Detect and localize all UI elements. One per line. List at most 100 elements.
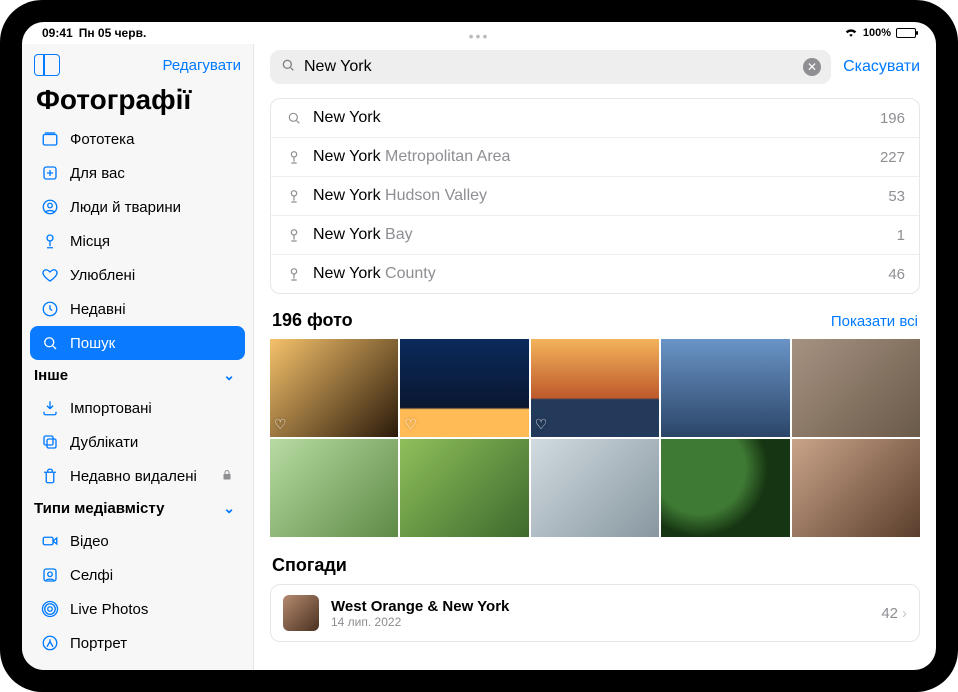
suggestion-count: 1 <box>897 227 905 244</box>
trash-icon <box>40 466 60 486</box>
sidebar-item-label: Для вас <box>70 165 125 182</box>
photo-thumbnail[interactable]: ♡ <box>270 339 398 437</box>
clear-search-button[interactable]: ✕ <box>803 58 821 76</box>
pin-icon <box>285 188 303 204</box>
photo-thumbnail[interactable] <box>661 339 789 437</box>
suggestion-secondary: Hudson Valley <box>381 187 487 204</box>
sidebar-item-live[interactable]: Live Photos <box>30 592 245 626</box>
people-icon <box>40 197 60 217</box>
sidebar-item-recents[interactable]: Недавні <box>30 292 245 326</box>
foryou-icon <box>40 163 60 183</box>
sidebar-item-label: Селфі <box>70 567 113 584</box>
favorite-icon: ♡ <box>274 416 287 433</box>
suggestion-primary: New York <box>313 187 381 204</box>
sidebar-item-library[interactable]: Фототека <box>30 122 245 156</box>
search-query: New York <box>304 58 372 76</box>
sidebar-item-label: Улюблені <box>70 267 135 284</box>
sidebar-item-video[interactable]: Відео <box>30 524 245 558</box>
pin-icon <box>285 227 303 243</box>
suggestion-row[interactable]: New York Metropolitan Area 227 <box>271 137 919 176</box>
sidebar-item-selfie[interactable]: Селфі <box>30 558 245 592</box>
sidebar: Редагувати Фотографії Фототека Для вас Л… <box>22 44 254 670</box>
pin-icon <box>40 231 60 251</box>
memory-row[interactable]: West Orange & New York 14 лип. 2022 42 › <box>270 584 920 642</box>
main-content: New York ✕ Скасувати New York 196 New Yo… <box>254 44 936 670</box>
suggestion-row[interactable]: New York Hudson Valley 53 <box>271 176 919 215</box>
pin-icon <box>285 266 303 282</box>
photo-thumbnail[interactable] <box>531 439 659 537</box>
search-icon <box>40 333 60 353</box>
photo-thumbnail[interactable]: ♡ <box>400 339 528 437</box>
sidebar-item-search[interactable]: Пошук <box>30 326 245 360</box>
show-all-button[interactable]: Показати всі <box>831 313 918 330</box>
search-icon <box>280 57 296 78</box>
library-icon <box>40 129 60 149</box>
photo-thumbnail[interactable] <box>792 439 920 537</box>
photo-thumbnail[interactable] <box>661 439 789 537</box>
heart-icon <box>40 265 60 285</box>
app-title: Фотографії <box>22 78 253 122</box>
selfie-icon <box>40 565 60 585</box>
sidebar-item-duplicates[interactable]: Дублікати <box>30 425 245 459</box>
status-time: 09:41 <box>42 26 73 40</box>
suggestion-secondary: County <box>381 265 436 282</box>
section-other[interactable]: Інше ⌄ <box>30 360 245 391</box>
suggestion-count: 196 <box>880 110 905 127</box>
section-other-label: Інше <box>34 367 68 384</box>
sidebar-item-label: Недавно видалені <box>70 468 197 485</box>
sidebar-item-people[interactable]: Люди й тварини <box>30 190 245 224</box>
memory-thumbnail <box>283 595 319 631</box>
sidebar-item-portrait[interactable]: Портрет <box>30 626 245 660</box>
wifi-icon <box>844 26 858 40</box>
clock-icon <box>40 299 60 319</box>
suggestion-primary: New York <box>313 109 381 127</box>
edit-button[interactable]: Редагувати <box>163 57 242 74</box>
search-field[interactable]: New York ✕ <box>270 50 831 84</box>
sidebar-item-label: Недавні <box>70 301 126 318</box>
sidebar-item-label: Дублікати <box>70 434 138 451</box>
memory-date: 14 лип. 2022 <box>331 615 509 629</box>
sidebar-item-recently-deleted[interactable]: Недавно видалені <box>30 459 245 493</box>
sidebar-item-label: Відео <box>70 533 109 550</box>
suggestion-row[interactable]: New York Bay 1 <box>271 215 919 254</box>
photo-thumbnail[interactable] <box>400 439 528 537</box>
photo-thumbnail[interactable] <box>792 339 920 437</box>
sidebar-item-foryou[interactable]: Для вас <box>30 156 245 190</box>
multitask-handle[interactable]: ••• <box>469 28 490 44</box>
cancel-button[interactable]: Скасувати <box>843 58 920 76</box>
duplicates-icon <box>40 432 60 452</box>
photo-thumbnail[interactable]: ♡ <box>531 339 659 437</box>
suggestion-primary: New York <box>313 226 381 243</box>
photo-thumbnail[interactable] <box>270 439 398 537</box>
status-date: Пн 05 черв. <box>79 26 147 40</box>
sidebar-item-label: Live Photos <box>70 601 148 618</box>
import-icon <box>40 398 60 418</box>
suggestion-row[interactable]: New York County 46 <box>271 254 919 293</box>
lock-icon <box>221 468 235 485</box>
favorite-icon: ♡ <box>535 416 548 433</box>
suggestion-primary: New York <box>313 265 381 282</box>
chevron-down-icon: ⌄ <box>223 500 235 517</box>
toggle-sidebar-button[interactable] <box>34 54 60 76</box>
chevron-down-icon: ⌄ <box>223 367 235 384</box>
memory-count: 42 <box>881 605 898 622</box>
section-media[interactable]: Типи медіавмісту ⌄ <box>30 493 245 524</box>
suggestion-secondary: Bay <box>381 226 413 243</box>
sidebar-item-label: Місця <box>70 233 110 250</box>
sidebar-item-imports[interactable]: Імпортовані <box>30 391 245 425</box>
suggestion-row[interactable]: New York 196 <box>271 99 919 137</box>
sidebar-item-places[interactable]: Місця <box>30 224 245 258</box>
sidebar-item-label: Фототека <box>70 131 134 148</box>
sidebar-item-favorites[interactable]: Улюблені <box>30 258 245 292</box>
favorite-icon: ♡ <box>404 416 417 433</box>
search-icon <box>285 110 303 126</box>
sidebar-item-label: Імпортовані <box>70 400 152 417</box>
battery-percent: 100% <box>863 27 891 39</box>
memory-title: West Orange & New York <box>331 598 509 615</box>
sidebar-item-label: Люди й тварини <box>70 199 181 216</box>
section-media-label: Типи медіавмісту <box>34 500 164 517</box>
live-icon <box>40 599 60 619</box>
memories-title: Спогади <box>272 555 918 576</box>
suggestion-count: 53 <box>888 188 905 205</box>
search-suggestions: New York 196 New York Metropolitan Area … <box>270 98 920 294</box>
